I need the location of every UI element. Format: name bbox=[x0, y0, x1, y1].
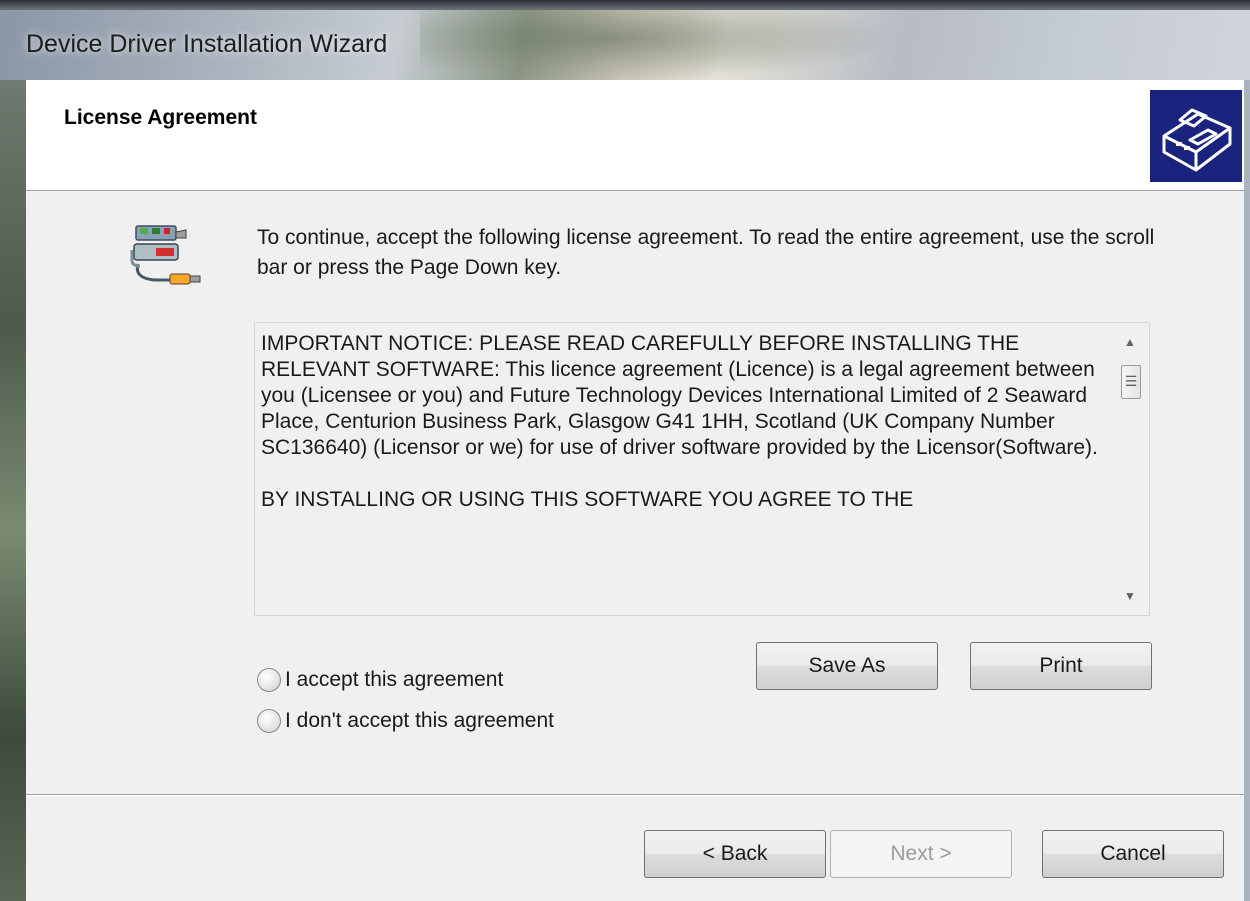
usb-device-icon bbox=[126, 220, 206, 294]
scroll-down-arrow-icon[interactable]: ▼ bbox=[1115, 581, 1145, 611]
wizard-header: License Agreement bbox=[26, 80, 1244, 191]
decline-option[interactable]: I don't accept this agreement bbox=[257, 706, 554, 736]
license-paragraph: BY INSTALLING OR USING THIS SOFTWARE YOU… bbox=[261, 488, 914, 511]
scroll-thumb[interactable]: ☰ bbox=[1121, 365, 1141, 399]
instructions-text: To continue, accept the following licens… bbox=[257, 226, 1155, 279]
window-frame-right bbox=[1244, 80, 1250, 901]
page-title: License Agreement bbox=[64, 106, 257, 129]
back-button[interactable]: < Back bbox=[644, 830, 826, 878]
next-button[interactable]: Next > bbox=[830, 830, 1012, 878]
window-frame-left bbox=[0, 80, 26, 901]
wizard-dialog: License Agreement To continue, accept th… bbox=[26, 80, 1244, 901]
accept-option[interactable]: I accept this agreement bbox=[257, 665, 503, 695]
decline-radio[interactable] bbox=[257, 709, 281, 733]
accept-radio[interactable] bbox=[257, 668, 281, 692]
license-text-box[interactable]: IMPORTANT NOTICE: PLEASE READ CAREFULLY … bbox=[254, 322, 1150, 616]
title-bar[interactable]: Device Driver Installation Wizard bbox=[0, 0, 1250, 80]
print-button[interactable]: Print bbox=[970, 642, 1152, 690]
license-text: IMPORTANT NOTICE: PLEASE READ CAREFULLY … bbox=[261, 331, 1107, 607]
hardware-install-icon bbox=[1150, 90, 1242, 182]
vertical-scrollbar[interactable]: ▲ ☰ ▼ bbox=[1115, 325, 1145, 611]
window-title: Device Driver Installation Wizard bbox=[26, 30, 388, 58]
license-paragraph: IMPORTANT NOTICE: PLEASE READ CAREFULLY … bbox=[261, 332, 1098, 459]
decline-label: I don't accept this agreement bbox=[285, 709, 555, 732]
save-as-button[interactable]: Save As bbox=[756, 642, 938, 690]
cancel-button[interactable]: Cancel bbox=[1042, 830, 1224, 878]
accept-label: I accept this agreement bbox=[285, 668, 504, 691]
scroll-up-arrow-icon[interactable]: ▲ bbox=[1115, 327, 1145, 357]
footer-separator bbox=[26, 794, 1244, 796]
